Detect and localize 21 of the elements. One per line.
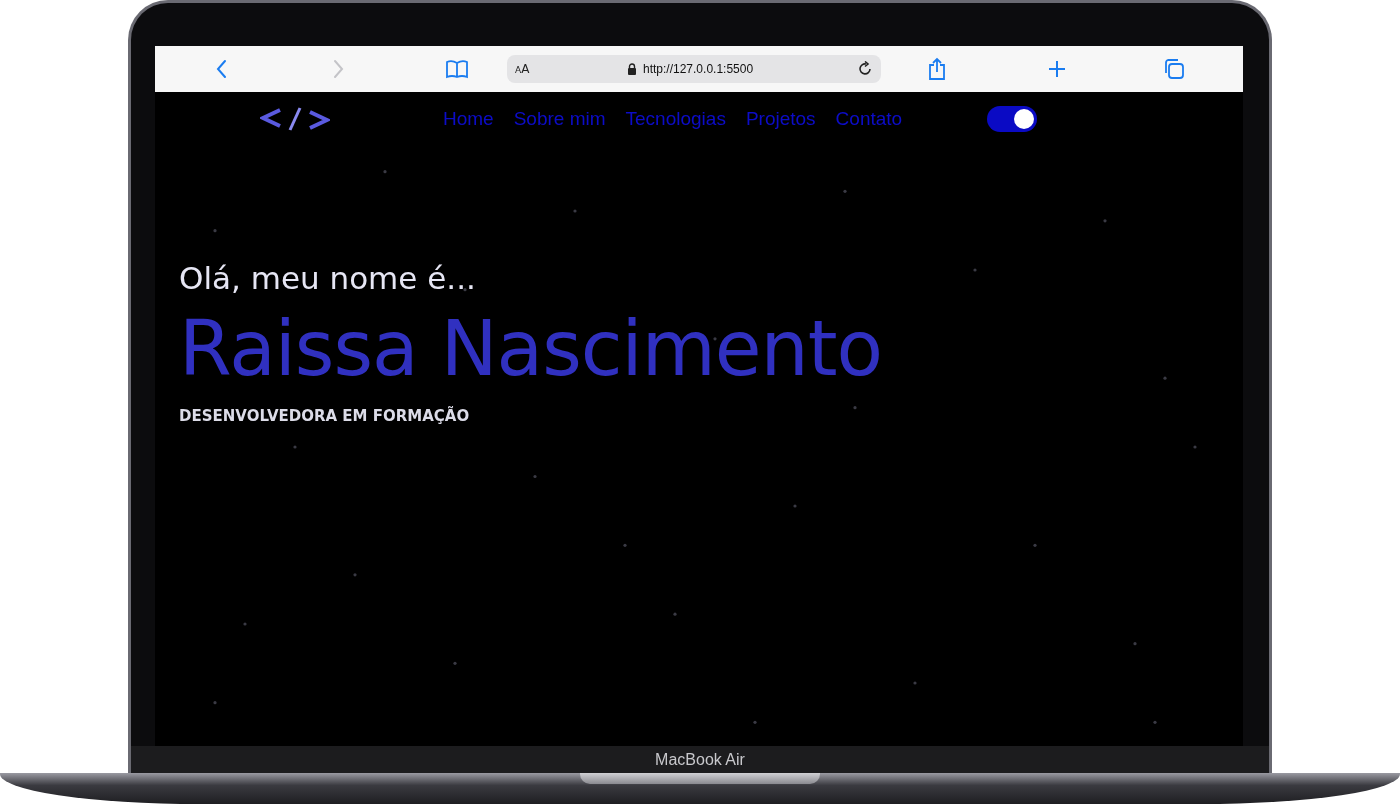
text-size-button[interactable]: AA [515, 62, 627, 76]
nav-link[interactable]: Sobre mim [513, 108, 606, 130]
code-logo-icon[interactable] [260, 106, 330, 132]
nav-link[interactable]: Tecnologias [625, 108, 726, 130]
role-text: DESENVOLVEDORA EM FORMAÇÃO [179, 407, 471, 425]
url-text: http://127.0.0.1:5500 [643, 62, 755, 76]
nav-link[interactable]: Home [443, 108, 494, 130]
plus-icon[interactable] [1048, 60, 1066, 78]
tabs-icon[interactable] [1163, 58, 1185, 80]
nav-link[interactable]: Contato [835, 108, 903, 130]
book-icon[interactable] [445, 59, 469, 79]
back-icon[interactable] [215, 59, 229, 79]
share-icon[interactable] [927, 57, 947, 81]
nav-link[interactable]: Projetos [745, 108, 816, 130]
reload-icon[interactable] [857, 61, 873, 77]
device-label: MacBook Air [131, 746, 1269, 773]
address-bar[interactable]: AA http://127.0.0.1:5500 [507, 55, 881, 83]
theme-toggle[interactable] [987, 106, 1038, 132]
name-heading: Raissa Nascimento [179, 304, 883, 393]
lock-icon [627, 63, 637, 75]
greeting-text: Olá, meu nome é... [179, 260, 477, 296]
